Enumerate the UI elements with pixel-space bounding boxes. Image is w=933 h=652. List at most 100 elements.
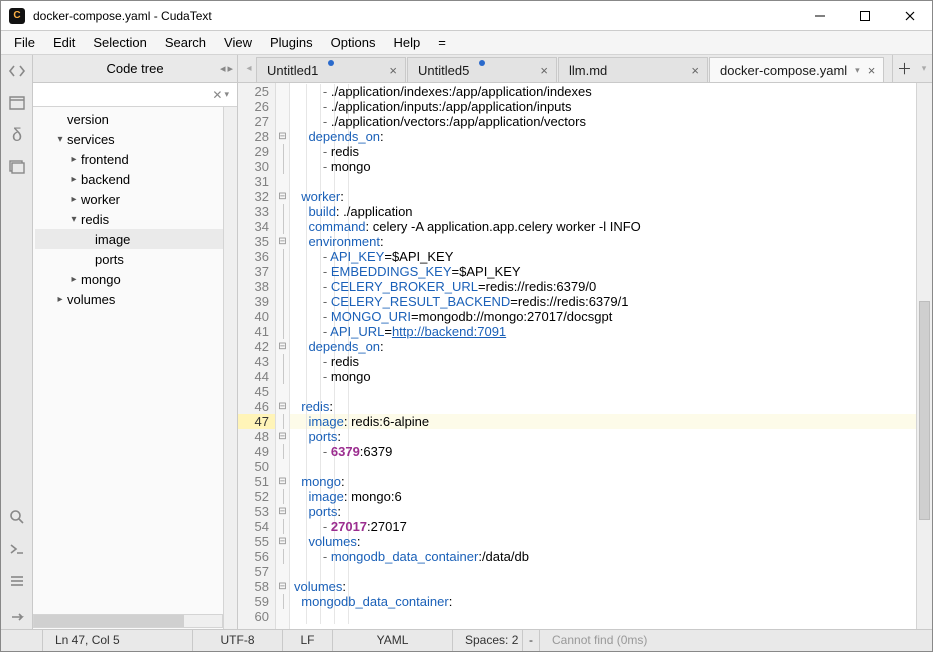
menu-options[interactable]: Options bbox=[322, 33, 385, 52]
menu-selection[interactable]: Selection bbox=[84, 33, 155, 52]
code-line-text: - CELERY_BROKER_URL=redis://redis:6379/0 bbox=[294, 279, 596, 294]
code-line-text: - MONGO_URI=mongodb://mongo:27017/docsgp… bbox=[294, 309, 612, 324]
tab[interactable]: Untitled1× bbox=[256, 57, 406, 82]
delta-icon[interactable]: δ bbox=[1, 119, 33, 151]
menu-=[interactable]: = bbox=[429, 33, 455, 52]
fold-column[interactable]: ⊟ ⊟ ⊟ ⊟ ⊟ ⊟ ⊟ ⊟ ⊟ ⊟ bbox=[276, 83, 290, 629]
code-line-text: redis: bbox=[294, 399, 333, 414]
menu-view[interactable]: View bbox=[215, 33, 261, 52]
fold-toggle-icon[interactable]: ⊟ bbox=[276, 129, 289, 144]
console-icon[interactable] bbox=[1, 533, 33, 565]
tree-node-label: image bbox=[95, 232, 130, 247]
editor-vscrollbar[interactable] bbox=[916, 83, 932, 629]
status-sep: - bbox=[523, 630, 540, 651]
tab-close-icon[interactable]: × bbox=[389, 63, 397, 78]
tree-node-label: version bbox=[67, 112, 109, 127]
status-spaces[interactable]: Spaces: 2 bbox=[453, 630, 523, 651]
tree-twisty-icon[interactable]: ▸ bbox=[67, 174, 81, 185]
tree-twisty-icon[interactable]: ▾ bbox=[53, 134, 67, 145]
fold-toggle-icon[interactable]: ⊟ bbox=[276, 429, 289, 444]
tree-twisty-icon[interactable]: ▸ bbox=[67, 154, 81, 165]
tree-node[interactable]: version bbox=[35, 109, 237, 129]
fold-toggle-icon[interactable]: ⊟ bbox=[276, 534, 289, 549]
status-language[interactable]: YAML bbox=[333, 630, 453, 651]
code-tree[interactable]: version▾services▸frontend▸backend▸worker… bbox=[33, 107, 237, 629]
menubar: FileEditSelectionSearchViewPluginsOption… bbox=[1, 31, 932, 55]
fold-toggle-icon[interactable]: ⊟ bbox=[276, 474, 289, 489]
tree-node[interactable]: image bbox=[35, 229, 237, 249]
side-toolbar: δ bbox=[1, 55, 33, 629]
tree-twisty-icon[interactable]: ▸ bbox=[67, 194, 81, 205]
modified-dot-icon bbox=[479, 60, 485, 66]
tab[interactable]: Untitled5× bbox=[407, 57, 557, 82]
indent-guide bbox=[334, 399, 335, 414]
indent-guide bbox=[320, 174, 321, 189]
tree-twisty-icon[interactable]: ▸ bbox=[53, 294, 67, 305]
tab-close-icon[interactable]: × bbox=[868, 63, 876, 78]
tree-node[interactable]: ▸backend bbox=[35, 169, 237, 189]
indent-guide bbox=[348, 474, 349, 489]
panel-next-icon[interactable]: ▸ bbox=[227, 62, 233, 75]
tree-vscrollbar[interactable] bbox=[223, 107, 237, 629]
minimize-button[interactable] bbox=[797, 1, 842, 31]
status-line-ending[interactable]: LF bbox=[283, 630, 333, 651]
menu-search[interactable]: Search bbox=[156, 33, 215, 52]
tab-chevron-icon[interactable]: ▾ bbox=[855, 65, 860, 76]
code-line-text: build: ./application bbox=[294, 204, 413, 219]
validate-icon[interactable] bbox=[1, 565, 33, 597]
fold-toggle-icon[interactable]: ⊟ bbox=[276, 504, 289, 519]
new-tab-button[interactable]: ＋ bbox=[892, 55, 916, 82]
status-position[interactable]: Ln 47, Col 5 bbox=[43, 630, 193, 651]
tab-close-icon[interactable]: × bbox=[691, 63, 699, 78]
fold-toggle-icon[interactable]: ⊟ bbox=[276, 579, 289, 594]
tree-node[interactable]: ▸frontend bbox=[35, 149, 237, 169]
tree-node[interactable]: ports bbox=[35, 249, 237, 269]
project-icon[interactable] bbox=[1, 87, 33, 119]
code-line-text: - 6379:6379 bbox=[294, 444, 392, 459]
code-line-text: worker: bbox=[294, 189, 344, 204]
tree-filter-input[interactable] bbox=[37, 88, 208, 102]
tree-twisty-icon[interactable]: ▸ bbox=[67, 274, 81, 285]
code-line-text: - ./application/inputs:/app/application/… bbox=[294, 99, 572, 114]
status-message: Cannot find (0ms) bbox=[540, 630, 932, 651]
fold-toggle-icon[interactable]: ⊟ bbox=[276, 189, 289, 204]
code-line-text: - ./application/vectors:/app/application… bbox=[294, 114, 586, 129]
status-encoding[interactable]: UTF-8 bbox=[193, 630, 283, 651]
panel-prev-icon[interactable]: ◂ bbox=[220, 62, 226, 75]
tab-list-dropdown-icon[interactable]: ▾ bbox=[916, 55, 932, 82]
filter-dropdown-icon[interactable]: ▾ bbox=[224, 89, 229, 100]
code-editor[interactable]: - ./application/indexes:/app/application… bbox=[290, 83, 916, 629]
tree-node[interactable]: ▸mongo bbox=[35, 269, 237, 289]
indent-guide bbox=[320, 384, 321, 399]
output-icon[interactable] bbox=[1, 597, 33, 629]
tree-twisty-icon[interactable]: ▾ bbox=[67, 214, 81, 225]
menu-file[interactable]: File bbox=[5, 33, 44, 52]
tree-hscrollbar[interactable] bbox=[33, 614, 223, 628]
menu-edit[interactable]: Edit bbox=[44, 33, 84, 52]
close-button[interactable] bbox=[887, 1, 932, 31]
fold-toggle-icon[interactable]: ⊟ bbox=[276, 399, 289, 414]
clear-filter-icon[interactable]: ✕ bbox=[212, 88, 222, 102]
tree-node[interactable]: ▾services bbox=[35, 129, 237, 149]
indent-guide bbox=[306, 609, 307, 624]
fold-toggle-icon[interactable]: ⊟ bbox=[276, 339, 289, 354]
tree-node-label: backend bbox=[81, 172, 130, 187]
fold-toggle-icon[interactable]: ⊟ bbox=[276, 234, 289, 249]
tab[interactable]: llm.md× bbox=[558, 57, 708, 82]
menu-help[interactable]: Help bbox=[384, 33, 429, 52]
tree-node[interactable]: ▸worker bbox=[35, 189, 237, 209]
maximize-button[interactable] bbox=[842, 1, 887, 31]
indent-guide bbox=[348, 384, 349, 399]
line-gutter[interactable]: 2526272829303132333435363738394041424344… bbox=[238, 83, 276, 629]
tree-node[interactable]: ▸volumes bbox=[35, 289, 237, 309]
menu-plugins[interactable]: Plugins bbox=[261, 33, 322, 52]
tab[interactable]: docker-compose.yaml▾× bbox=[709, 57, 884, 82]
code-tree-icon[interactable] bbox=[1, 55, 33, 87]
indent-guide bbox=[348, 189, 349, 204]
tab-scroll-left-icon[interactable]: ◂ bbox=[242, 55, 256, 82]
tab-close-icon[interactable]: × bbox=[540, 63, 548, 78]
tree-node[interactable]: ▾redis bbox=[35, 209, 237, 229]
sidebar-title-label: Code tree bbox=[106, 61, 163, 76]
tabs-icon[interactable] bbox=[1, 151, 33, 183]
search-icon[interactable] bbox=[1, 501, 33, 533]
